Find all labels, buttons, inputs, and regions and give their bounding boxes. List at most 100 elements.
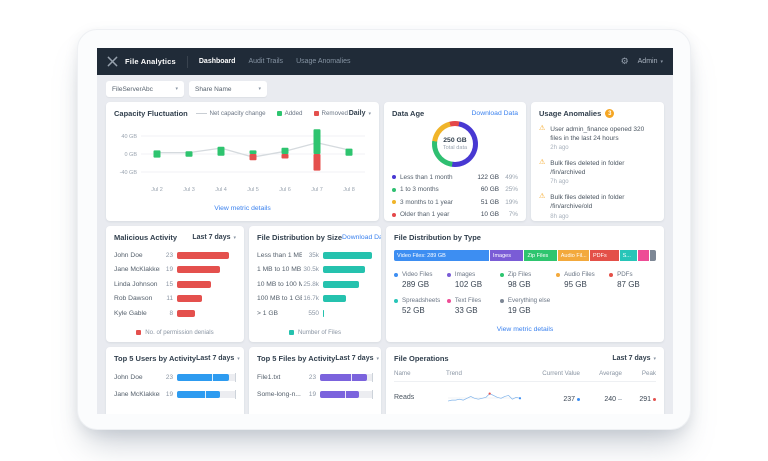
stacked-segment-label: Images: [492, 252, 511, 259]
bar-fill: [323, 251, 372, 259]
legend-value: 98 GB: [507, 280, 531, 289]
legend-value: 33 GB: [454, 306, 478, 315]
gear-icon[interactable]: ⚙: [621, 57, 629, 66]
bar-row: Linda Johnson 15: [114, 277, 236, 292]
legend-dot-icon: [446, 272, 451, 277]
malicious-activity-card: Malicious Activity Last 7 days ▾ John Do…: [106, 226, 244, 342]
top-files-period-dropdown[interactable]: Last 7 days ▾: [335, 355, 379, 362]
anomaly-body: User admin_finance opened 320 files in t…: [550, 125, 656, 151]
file-ops-period-dropdown[interactable]: Last 7 days ▾: [612, 355, 656, 362]
period-label: Daily: [348, 110, 366, 117]
stacked-segment-label: S...: [622, 252, 631, 259]
type-legend-top: Text Files: [446, 297, 494, 304]
donut-total-value: 250 GB: [443, 137, 467, 144]
svg-text:Jul 7: Jul 7: [311, 187, 323, 193]
svg-text:-40 GB: -40 GB: [120, 170, 138, 176]
legend-label: Video Files: [402, 271, 433, 278]
bar-area: [323, 280, 373, 288]
capacity-period-dropdown[interactable]: Daily ▾: [349, 110, 371, 117]
anomaly-item[interactable]: ⚠ Bulk files deleted in folder /fin/archi…: [539, 193, 656, 219]
bar-tick: [205, 391, 207, 398]
chevron-down-icon: ▾: [237, 355, 240, 362]
legend-value: 122 GB: [477, 173, 499, 181]
malicious-legend: No. of permission denials: [106, 329, 244, 336]
legend-value: 51 GB: [480, 198, 499, 206]
capacity-legend: Net capacity change Added Removed: [189, 110, 348, 117]
legend-swatch: [136, 330, 142, 335]
anomaly-list: ⚠ User admin_finance opened 320 files in …: [539, 125, 656, 220]
bar-label: Jane McKlakken: [114, 266, 160, 274]
download-data-link[interactable]: Download Data: [472, 110, 518, 117]
legend-label: Less than 1 month: [400, 173, 453, 181]
bar-value: 23: [308, 374, 316, 381]
data-age-legend: Less than 1 month 122 GB 49% 1 to 3 months 6…: [392, 171, 518, 221]
bar-tick: [345, 391, 347, 398]
bar-fill: [320, 374, 367, 381]
bar-row: Some-long-n... 19: [257, 386, 373, 403]
chevron-down-icon: ▾: [233, 234, 236, 241]
type-stacked-bar-chart: Video Files: 289 GB Images Zip Files Audio …: [394, 250, 656, 261]
anomaly-text: Bulk files deleted in folder /fin/archiv…: [550, 194, 625, 211]
nav-tab-dashboard[interactable]: Dashboard: [199, 58, 236, 65]
nav-tab-usage-anomalies[interactable]: Usage Anomalies: [296, 58, 350, 65]
bar-tick: [211, 374, 213, 381]
ops-peak-value: 291: [622, 396, 656, 403]
bar-label: Kyle Gable: [114, 309, 147, 317]
stacked-segment: Audio Fil...: [557, 250, 589, 261]
stacked-segment: Zip Files: [524, 250, 557, 261]
legend-label: PDFs: [617, 271, 633, 278]
bar-fill: [177, 280, 212, 288]
legend-percent: 25%: [505, 186, 518, 194]
legend-dot-icon: [394, 272, 398, 277]
legend-percent: 19%: [505, 198, 518, 206]
legend-percent: 7%: [508, 211, 518, 219]
bar-fill: [177, 295, 202, 303]
type-legend-item: Spreadsheets 52 GB: [394, 297, 441, 315]
admin-menu[interactable]: Admin ▾: [638, 58, 663, 65]
bar-row: 1 MB to 10 MB 30.5k: [257, 263, 373, 278]
file-distribution-by-size-card: File Distribution by Size Download Data …: [249, 226, 381, 342]
bar-area: [177, 251, 236, 259]
svg-text:Jul 4: Jul 4: [215, 187, 227, 193]
top-users-period-dropdown[interactable]: Last 7 days ▾: [196, 355, 240, 362]
view-metric-details-link[interactable]: View metric details: [497, 326, 554, 333]
bar-value: 19: [165, 266, 173, 274]
data-age-card: Data Age Download Data 250 GB Total data…: [384, 102, 526, 221]
bar-end-tick: [372, 390, 373, 399]
view-metric-details-link[interactable]: View metric details: [214, 205, 271, 212]
bar-area: [323, 266, 373, 274]
bar-label: File1.txt: [257, 374, 281, 381]
stacked-segment: [649, 250, 656, 261]
legend-label: Text Files: [454, 297, 482, 304]
anomaly-time: 7h ago: [550, 179, 569, 186]
anomaly-item[interactable]: ⚠ User admin_finance opened 320 files in …: [539, 125, 656, 151]
bar-area: [320, 373, 373, 382]
download-data-link[interactable]: Download Data: [342, 234, 381, 241]
chevron-down-icon: ▾: [660, 58, 663, 65]
bar-value: 23: [165, 374, 173, 381]
type-legend-top: PDFs: [609, 271, 656, 278]
dashboard-screen: File Analytics Dashboard Audit Trails Usag…: [97, 48, 673, 414]
bar-area: [177, 266, 236, 274]
malicious-period-dropdown[interactable]: Last 7 days ▾: [192, 234, 236, 241]
period-label: Last 7 days: [196, 355, 235, 362]
topbar-right: ⚙ Admin ▾: [621, 57, 663, 66]
svg-text:40 GB: 40 GB: [121, 134, 137, 140]
anomaly-item[interactable]: ⚠ Bulk files deleted in folder /fin/archi…: [539, 159, 656, 185]
chevron-down-icon: ▾: [258, 86, 261, 92]
warning-icon: ⚠: [539, 193, 546, 201]
chevron-down-icon: ▾: [653, 355, 656, 362]
file-server-select[interactable]: FileServerAbc ▾: [106, 81, 184, 97]
legend-label: No. of permission denials: [145, 329, 214, 336]
svg-text:0 GB: 0 GB: [124, 152, 137, 158]
legend-value: 95 GB: [564, 280, 587, 289]
ops-row-name: Reads: [394, 393, 415, 401]
stacked-segment: [637, 250, 649, 261]
bar-value: 550: [308, 309, 319, 317]
bar-end-tick: [235, 390, 236, 399]
share-name-select[interactable]: Share Name ▾: [189, 81, 267, 97]
type-legend-top: Images: [446, 271, 494, 278]
anomaly-body: Bulk files deleted in folder /fin/archiv…: [550, 159, 656, 185]
nav-tab-audit-trails[interactable]: Audit Trails: [248, 58, 283, 65]
stacked-segment-label: PDFs: [592, 252, 607, 259]
